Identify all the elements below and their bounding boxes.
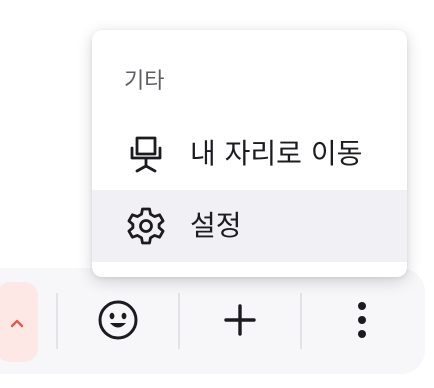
smiley-icon — [96, 298, 140, 346]
menu-item-settings[interactable]: 설정 — [92, 190, 407, 262]
toolbar-divider — [178, 293, 180, 349]
more-options-button[interactable] — [332, 286, 392, 358]
toolbar-divider — [56, 293, 58, 349]
chevron-up-icon — [10, 313, 24, 332]
menu-section-title: 기타 — [124, 69, 165, 94]
menu-item-label: 내 자리로 이동 — [190, 137, 363, 170]
more-vertical-icon — [356, 300, 368, 344]
emoji-button[interactable] — [88, 286, 148, 358]
gear-icon — [126, 206, 166, 246]
collapse-button[interactable] — [0, 282, 38, 362]
menu-item-label: 설정 — [190, 209, 242, 242]
menu-item-go-to-my-seat[interactable]: 내 자리로 이동 — [92, 118, 407, 190]
toolbar-divider — [300, 293, 302, 349]
chair-icon — [126, 134, 166, 174]
add-button[interactable] — [210, 286, 270, 358]
page: 기타 내 자리로 이동 설정 — [0, 0, 434, 388]
more-options-menu: 기타 내 자리로 이동 설정 — [92, 30, 407, 277]
plus-icon — [222, 302, 258, 342]
